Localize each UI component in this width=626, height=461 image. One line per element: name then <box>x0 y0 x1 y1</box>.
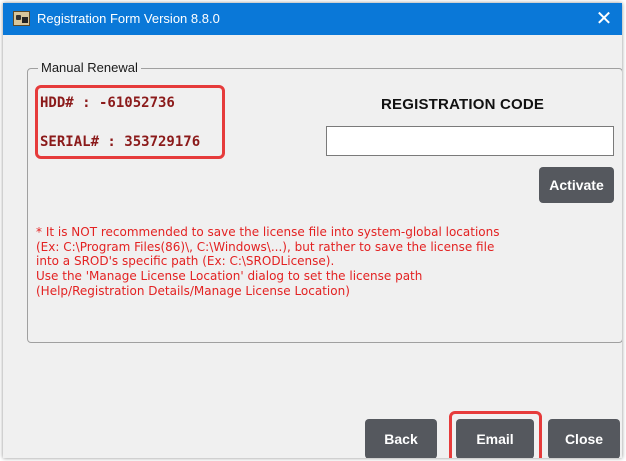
app-icon <box>13 11 30 26</box>
registration-code-input[interactable] <box>326 126 614 156</box>
group-legend: Manual Renewal <box>38 61 141 75</box>
back-button[interactable]: Back <box>365 419 437 458</box>
title-bar[interactable]: Registration Form Version 8.8.0 ✕ <box>3 3 622 35</box>
notice-line: (Ex: C:\Program Files(86)\, C:\Windows\.… <box>36 239 495 254</box>
window-title: Registration Form Version 8.8.0 <box>37 11 220 26</box>
notice-line: (Help/Registration Details/Manage Licens… <box>36 283 350 298</box>
registration-code-heading: REGISTRATION CODE <box>381 96 545 113</box>
license-location-notice: * It is NOT recommended to save the lice… <box>36 225 618 299</box>
close-button[interactable]: Close <box>548 419 620 458</box>
notice-line: * It is NOT recommended to save the lice… <box>36 225 500 239</box>
activate-button[interactable]: Activate <box>539 167 614 203</box>
close-icon[interactable]: ✕ <box>594 8 614 30</box>
email-button-highlight <box>449 411 542 458</box>
registration-window: Registration Form Version 8.8.0 ✕ Manual… <box>3 3 622 458</box>
notice-line: into a SROD's specific path (Ex: C:\SROD… <box>36 254 335 269</box>
notice-line: Use the 'Manage License Location' dialog… <box>36 269 423 284</box>
hardware-id-highlight <box>35 85 225 159</box>
